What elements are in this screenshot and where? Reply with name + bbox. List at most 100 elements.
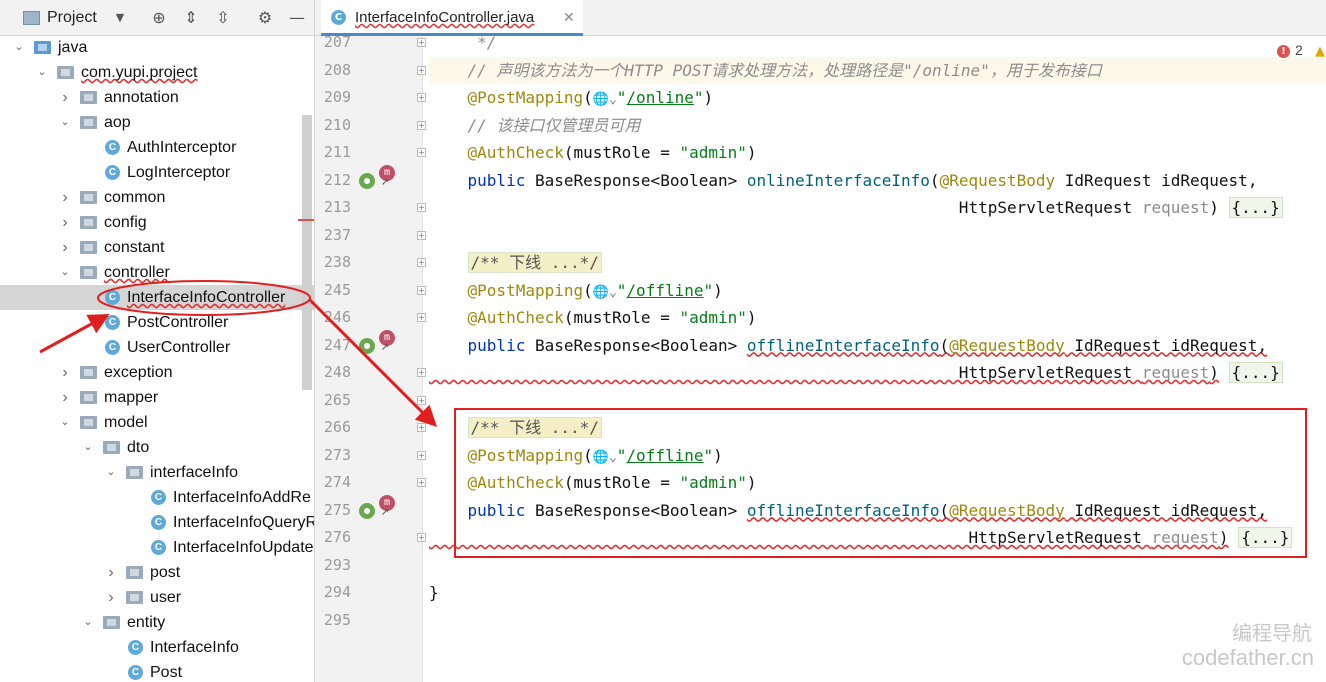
tree-scrollbar[interactable] — [302, 115, 312, 390]
tree-folder-mapper[interactable]: › mapper — [0, 385, 314, 410]
code-line[interactable]: } — [429, 579, 1326, 606]
code-line[interactable]: */ — [429, 29, 1326, 56]
chevron-down-icon[interactable]: ⌄ — [104, 460, 118, 485]
fold-toggle-icon[interactable]: + — [417, 230, 426, 240]
fold-toggle-icon[interactable]: + — [417, 285, 426, 295]
tree-folder-constant[interactable]: › constant — [0, 235, 314, 260]
tree-folder-controller[interactable]: ⌄ controller — [0, 260, 314, 285]
code-line[interactable]: HttpServletRequest request) {...} — [429, 524, 1326, 551]
chevron-down-icon[interactable]: ⌄ — [35, 60, 49, 85]
code-line[interactable]: @PostMapping(🌐⌄"/offline") — [429, 277, 1326, 304]
code-line[interactable]: HttpServletRequest request) {...} — [429, 359, 1326, 386]
tree-folder-java[interactable]: ⌄ java — [0, 35, 314, 60]
code-line[interactable]: public BaseResponse<Boolean> offlineInte… — [429, 332, 1326, 359]
view-dropdown-icon[interactable]: ▼ — [112, 0, 128, 36]
chevron-down-icon[interactable]: ⌄ — [58, 260, 72, 285]
tree-item-label: dto — [127, 439, 150, 456]
tree-class-interfaceinfoqueryr[interactable]: C InterfaceInfoQueryR — [0, 510, 314, 535]
code-line[interactable]: /** 下线 ...*/ — [429, 249, 1326, 276]
code-line[interactable]: @PostMapping(🌐⌄"/offline") — [429, 442, 1326, 469]
fold-toggle-icon[interactable]: + — [417, 93, 426, 102]
tree-folder-com.yupi.project[interactable]: ⌄ com.yupi.project — [0, 60, 314, 85]
spring-endpoint-icon[interactable] — [359, 172, 375, 189]
chevron-down-icon[interactable]: ⌄ — [58, 110, 72, 135]
tree-folder-entity[interactable]: ⌄ entity — [0, 610, 314, 635]
navigate-arrow-icon[interactable]: ➚ — [381, 507, 389, 518]
chevron-right-icon[interactable]: › — [58, 235, 72, 260]
tree-class-loginterceptor[interactable]: C LogInterceptor — [0, 160, 314, 185]
tree-folder-user[interactable]: › user — [0, 585, 314, 610]
tree-class-interfaceinfoaddre[interactable]: C InterfaceInfoAddRe — [0, 485, 314, 510]
chevron-down-icon[interactable]: ⌄ — [81, 610, 95, 635]
navigate-arrow-icon[interactable]: ➚ — [381, 177, 389, 188]
tree-folder-exception[interactable]: › exception — [0, 360, 314, 385]
expand-all-icon[interactable]: ⇕ — [181, 0, 201, 36]
tree-class-usercontroller[interactable]: C UserController — [0, 335, 314, 360]
hide-panel-icon[interactable]: — — [287, 0, 307, 36]
fold-toggle-icon[interactable]: + — [417, 148, 426, 157]
fold-toggle-icon[interactable]: + — [417, 423, 426, 432]
chevron-right-icon[interactable]: › — [58, 385, 72, 410]
fold-toggle-icon[interactable]: + — [417, 258, 426, 267]
tree-class-interfaceinfocontroller[interactable]: C InterfaceInfoController — [0, 285, 314, 310]
tree-folder-model[interactable]: ⌄ model — [0, 410, 314, 435]
chevron-right-icon[interactable]: › — [104, 585, 118, 610]
collapse-all-icon[interactable]: ⇳ — [213, 0, 233, 36]
tree-class-postcontroller[interactable]: C PostController — [0, 310, 314, 335]
code-line[interactable] — [429, 607, 1326, 634]
spring-endpoint-icon[interactable] — [359, 337, 375, 354]
code-line[interactable]: /** 下线 ...*/ — [429, 414, 1326, 441]
fold-toggle-icon[interactable]: + — [417, 395, 426, 405]
chevron-right-icon[interactable]: › — [58, 185, 72, 210]
code-line[interactable]: @PostMapping(🌐⌄"/online") — [429, 84, 1326, 111]
warning-icon[interactable]: ▲ — [1315, 44, 1325, 59]
chevron-right-icon[interactable]: › — [58, 360, 72, 385]
fold-toggle-icon[interactable]: + — [417, 368, 426, 377]
fold-toggle-icon[interactable]: + — [417, 450, 426, 460]
code-area[interactable]: */ // 声明该方法为一个HTTP POST请求处理方法，处理路径是"/onl… — [429, 33, 1326, 682]
fold-toggle-icon[interactable]: + — [417, 120, 426, 130]
chevron-right-icon[interactable]: › — [58, 85, 72, 110]
spring-endpoint-icon[interactable] — [359, 502, 375, 519]
fold-toggle-icon[interactable]: + — [417, 478, 426, 487]
project-view-title[interactable]: Project — [47, 0, 97, 36]
tree-folder-interfaceinfo[interactable]: ⌄ interfaceInfo — [0, 460, 314, 485]
chevron-right-icon[interactable]: › — [104, 560, 118, 585]
code-line[interactable]: // 该接口仅管理员可用 — [429, 112, 1326, 139]
code-line[interactable]: @AuthCheck(mustRole = "admin") — [429, 304, 1326, 331]
tree-folder-annotation[interactable]: › annotation — [0, 85, 314, 110]
fold-toggle-icon[interactable]: + — [417, 203, 426, 212]
code-line[interactable]: HttpServletRequest request) {...} — [429, 194, 1326, 221]
code-line[interactable]: public BaseResponse<Boolean> offlineInte… — [429, 497, 1326, 524]
tree-class-post[interactable]: C Post — [0, 660, 314, 682]
tree-folder-post[interactable]: › post — [0, 560, 314, 585]
tree-folder-aop[interactable]: ⌄ aop — [0, 110, 314, 135]
code-line[interactable]: @AuthCheck(mustRole = "admin") — [429, 139, 1326, 166]
code-line[interactable]: // 声明该方法为一个HTTP POST请求处理方法，处理路径是"/online… — [429, 56, 1326, 84]
tree-class-interfaceinfo[interactable]: C InterfaceInfo — [0, 635, 314, 660]
code-line[interactable]: @AuthCheck(mustRole = "admin") — [429, 469, 1326, 496]
gear-icon[interactable]: ⚙ — [255, 0, 275, 36]
fold-toggle-icon[interactable]: + — [417, 65, 426, 75]
fold-toggle-icon[interactable]: + — [417, 533, 426, 542]
tree-folder-config[interactable]: › config — [0, 210, 314, 235]
chevron-down-icon[interactable]: ⌄ — [58, 410, 72, 435]
code-line[interactable]: public BaseResponse<Boolean> onlineInter… — [429, 167, 1326, 194]
line-number: 265 — [323, 390, 351, 409]
fold-toggle-icon[interactable]: + — [417, 38, 426, 47]
navigate-arrow-icon[interactable]: ➚ — [381, 342, 389, 353]
tree-class-authinterceptor[interactable]: C AuthInterceptor — [0, 135, 314, 160]
error-icon[interactable]: ! — [1277, 45, 1290, 58]
chevron-right-icon[interactable]: › — [58, 210, 72, 235]
locate-target-icon[interactable]: ⊕ — [149, 0, 169, 36]
fold-toggle-icon[interactable]: + — [417, 313, 426, 322]
code-line[interactable] — [429, 222, 1326, 249]
code-line[interactable] — [429, 387, 1326, 414]
tree-folder-dto[interactable]: ⌄ dto — [0, 435, 314, 460]
code-line[interactable] — [429, 552, 1326, 579]
chevron-down-icon[interactable]: ⌄ — [81, 435, 95, 460]
chevron-down-icon[interactable]: ⌄ — [12, 35, 26, 60]
error-count[interactable]: 2 — [1295, 42, 1303, 58]
tree-folder-common[interactable]: › common — [0, 185, 314, 210]
tree-class-interfaceinfoupdate[interactable]: C InterfaceInfoUpdate — [0, 535, 314, 560]
